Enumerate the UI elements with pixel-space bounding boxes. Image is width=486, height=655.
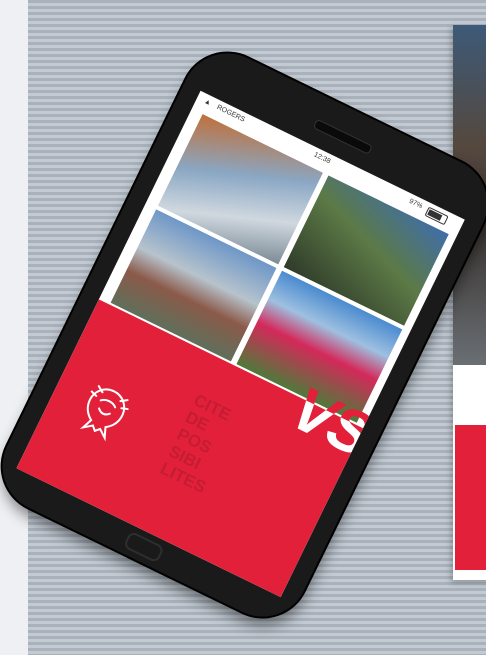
battery-percent: 97% [407,197,424,211]
page: ▲ ROGERS 12:38 97% VS VS CITE DE POS SIB… [0,0,486,655]
signal-icon: ▲ [202,97,213,108]
background-poster [453,25,486,580]
status-time: 12:38 [312,151,332,166]
poster-red-block [455,425,486,570]
